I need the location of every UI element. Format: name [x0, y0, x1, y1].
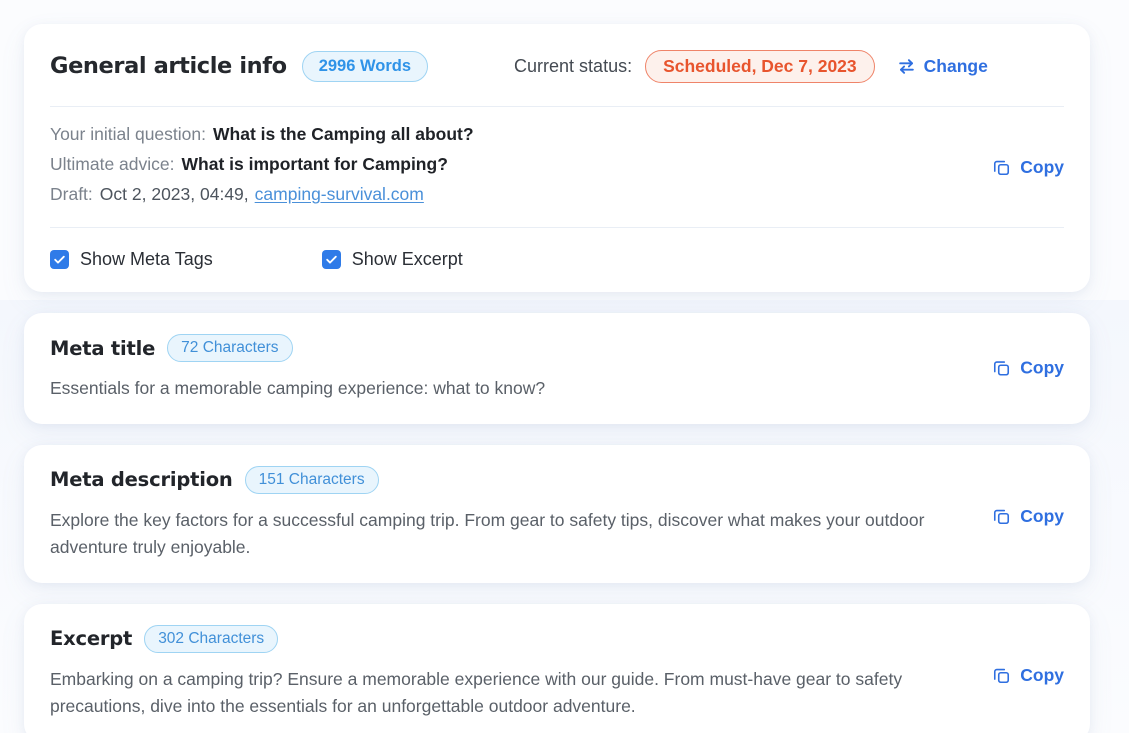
excerpt-heading: Excerpt: [50, 627, 133, 651]
meta-title-char-badge: 72 Characters: [167, 334, 293, 362]
general-article-info-card: General article info 2996 Words Current …: [24, 24, 1090, 292]
checkbox-checked-icon[interactable]: [50, 250, 69, 269]
draft-source-link[interactable]: camping-survival.com: [255, 184, 424, 205]
meta-description-heading: Meta description: [50, 468, 233, 492]
checkbox-checked-icon[interactable]: [321, 250, 341, 269]
copy-icon: [992, 666, 1011, 685]
initial-question-row: Your initial question: What is the Campi…: [50, 124, 1064, 145]
meta-description-card: Meta description 151 Characters Explore …: [24, 444, 1090, 583]
meta-description-body: Explore the key factors for a successful…: [50, 509, 925, 557]
excerpt-char-badge: 302 Characters: [144, 624, 279, 653]
initial-question-label: Your initial question:: [50, 124, 206, 144]
word-count-badge: 2996 Words: [301, 50, 429, 82]
meta-title-heading: Meta title: [50, 336, 156, 360]
initial-question-value: What is the Camping all about?: [213, 124, 474, 144]
status-group: Current status: Scheduled, Dec 7, 2023 C…: [514, 49, 988, 83]
copy-button-label: Copy: [1020, 505, 1064, 526]
meta-title-header: Meta title 72 Characters: [50, 334, 1064, 362]
draft-row: Draft: Oct 2, 2023, 04:49, camping-survi…: [50, 184, 1064, 205]
page-title: General article info: [50, 53, 287, 79]
copy-button-label: Copy: [1020, 157, 1064, 177]
copy-button-label: Copy: [1020, 357, 1064, 378]
copy-icon: [992, 158, 1011, 177]
meta-description-char-badge: 151 Characters: [244, 465, 379, 494]
display-options-group: Show Meta Tags Show Excerpt: [50, 228, 1064, 270]
copy-meta-description-button[interactable]: Copy: [992, 506, 1064, 527]
checkbox-show-meta-tags[interactable]: Show Meta Tags: [50, 249, 213, 270]
change-status-button[interactable]: Change: [897, 56, 988, 77]
excerpt-body: Embarking on a camping trip? Ensure a me…: [50, 668, 903, 716]
copy-button-label: Copy: [1020, 664, 1064, 685]
page-container: General article info 2996 Words Current …: [0, 0, 1129, 733]
draft-date: Oct 2, 2023, 04:49,: [99, 184, 249, 204]
article-meta-lines: Your initial question: What is the Campi…: [50, 107, 1064, 205]
ultimate-advice-row: Ultimate advice: What is important for C…: [50, 154, 1064, 175]
meta-title-body: Essentials for a memorable camping exper…: [50, 378, 546, 398]
checkbox-show-meta-tags-label: Show Meta Tags: [80, 249, 213, 269]
copy-meta-title-button[interactable]: Copy: [992, 358, 1064, 379]
status-label: Current status:: [514, 55, 633, 76]
meta-title-card: Meta title 72 Characters Essentials for …: [24, 313, 1090, 424]
excerpt-card: Excerpt 302 Characters Embarking on a ca…: [24, 603, 1090, 733]
copy-icon: [992, 359, 1011, 378]
meta-description-header: Meta description 151 Characters: [50, 465, 1064, 494]
draft-label: Draft:: [50, 184, 93, 204]
copy-excerpt-button[interactable]: Copy: [992, 665, 1064, 686]
change-button-label: Change: [923, 55, 988, 76]
copy-icon: [992, 507, 1011, 526]
checkbox-show-excerpt[interactable]: Show Excerpt: [321, 249, 463, 270]
copy-general-info-button[interactable]: Copy: [992, 157, 1064, 178]
ultimate-advice-value: What is important for Camping?: [181, 154, 448, 174]
ultimate-advice-label: Ultimate advice:: [50, 154, 175, 174]
status-badge: Scheduled, Dec 7, 2023: [645, 49, 875, 83]
general-card-header: General article info 2996 Words Current …: [50, 48, 1064, 84]
excerpt-header: Excerpt 302 Characters: [50, 624, 1064, 653]
swap-arrows-icon: [897, 57, 916, 76]
checkbox-show-excerpt-label: Show Excerpt: [351, 249, 463, 269]
